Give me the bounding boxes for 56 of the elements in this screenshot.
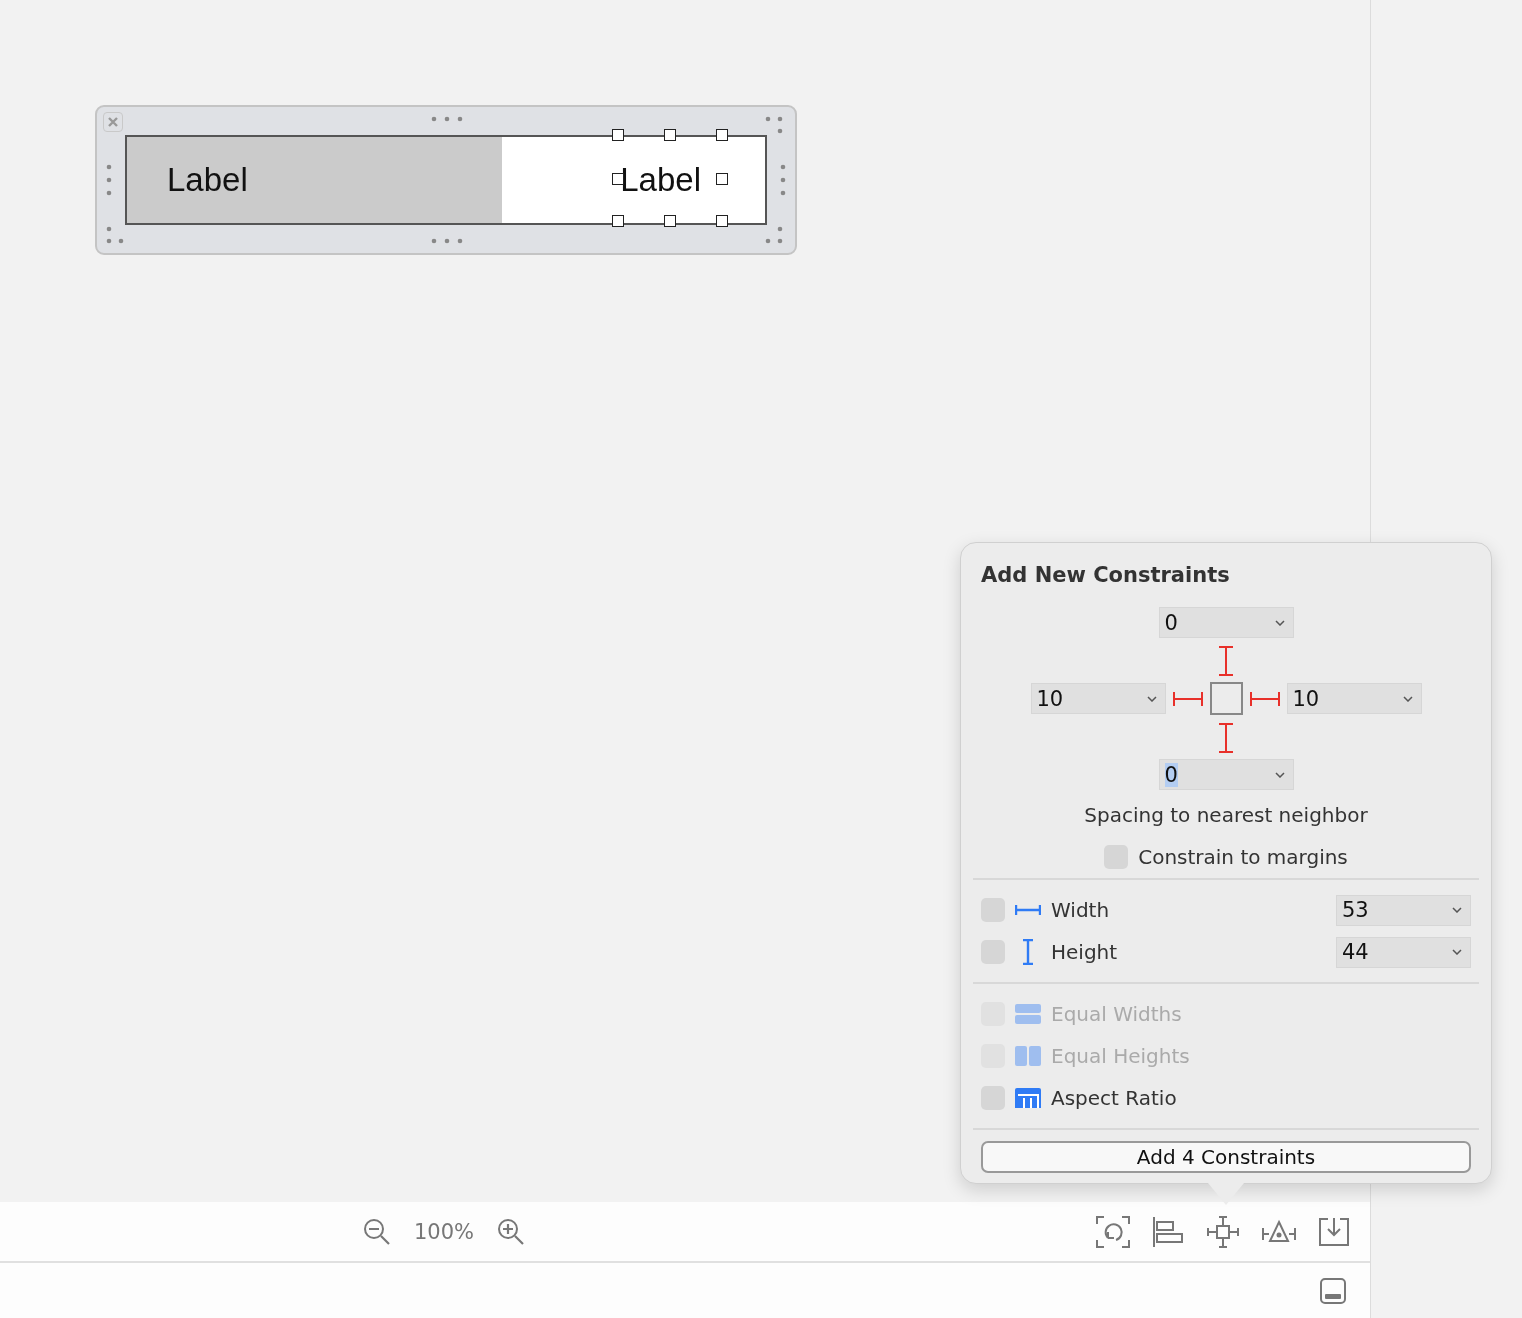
- row-label: Equal Widths: [1051, 1002, 1182, 1026]
- grip-dots-icon: [431, 238, 463, 244]
- resize-handle[interactable]: [612, 215, 624, 227]
- bottom-spacing-field[interactable]: 0: [1158, 759, 1294, 790]
- grip-dots-icon: [106, 226, 124, 244]
- value-field[interactable]: 53: [1336, 894, 1471, 926]
- grip-dots-icon: [780, 164, 786, 196]
- zoom-out-icon[interactable]: [362, 1216, 392, 1247]
- top-constraint-icon[interactable]: [1216, 646, 1236, 676]
- label-view[interactable]: Label: [502, 137, 765, 223]
- label-text: Label: [620, 161, 701, 199]
- chevron-down-icon: [1452, 949, 1462, 955]
- row-label: Aspect Ratio: [1051, 1086, 1177, 1110]
- resize-handle[interactable]: [716, 173, 728, 185]
- resize-handle[interactable]: [612, 173, 624, 185]
- resize-handle[interactable]: [716, 215, 728, 227]
- equal-widths-icon: [1015, 1003, 1041, 1025]
- triangle-icon[interactable]: [1262, 1218, 1296, 1245]
- chevron-down-icon: [1402, 695, 1413, 702]
- popover-title: Add New Constraints: [980, 563, 1231, 587]
- aspect-ratio-icon: [1015, 1087, 1041, 1109]
- container-view[interactable]: Label Label: [95, 105, 797, 255]
- left-spacing-field[interactable]: 10: [1030, 683, 1166, 714]
- embed-icon[interactable]: [1318, 1216, 1350, 1247]
- grip-dots-icon: [765, 226, 783, 244]
- align-icon[interactable]: [1152, 1215, 1184, 1248]
- chevron-down-icon: [1274, 619, 1285, 626]
- view-square-icon: [1209, 682, 1243, 715]
- row-label: Width: [1051, 898, 1110, 922]
- bottom-constraint-icon[interactable]: [1216, 723, 1236, 753]
- spacing-caption: Spacing to nearest neighbor: [1083, 803, 1369, 827]
- chevron-down-icon: [1452, 907, 1462, 913]
- add-constraints-button[interactable]: Add 4 Constraints: [981, 1141, 1471, 1173]
- grip-dots-icon: [765, 116, 783, 134]
- panel-toggle-icon[interactable]: [1320, 1277, 1346, 1304]
- label-text: Label: [167, 161, 248, 199]
- row-label: Height: [1051, 940, 1118, 964]
- refresh-frame-icon[interactable]: [1096, 1215, 1130, 1248]
- resize-handle[interactable]: [612, 129, 624, 141]
- resize-handle[interactable]: [716, 129, 728, 141]
- grip-dots-icon: [106, 164, 112, 196]
- width-icon: [1015, 904, 1041, 916]
- value-field[interactable]: 44: [1336, 936, 1471, 968]
- row-label: Equal Heights: [1051, 1044, 1190, 1068]
- zoom-level: 100%: [414, 1219, 475, 1244]
- chevron-down-icon: [1274, 771, 1285, 778]
- label-view[interactable]: Label: [127, 137, 502, 223]
- equal-heights-icon: [1015, 1045, 1041, 1067]
- resize-handle[interactable]: [664, 215, 676, 227]
- resize-handle[interactable]: [664, 129, 676, 141]
- chevron-down-icon: [1146, 695, 1157, 702]
- checkbox-label: Constrain to margins: [1138, 845, 1348, 869]
- right-spacing-field[interactable]: 10: [1286, 683, 1422, 714]
- top-spacing-field[interactable]: 0: [1158, 607, 1294, 638]
- grip-dots-icon: [431, 116, 463, 122]
- add-constraints-icon[interactable]: [1206, 1214, 1240, 1249]
